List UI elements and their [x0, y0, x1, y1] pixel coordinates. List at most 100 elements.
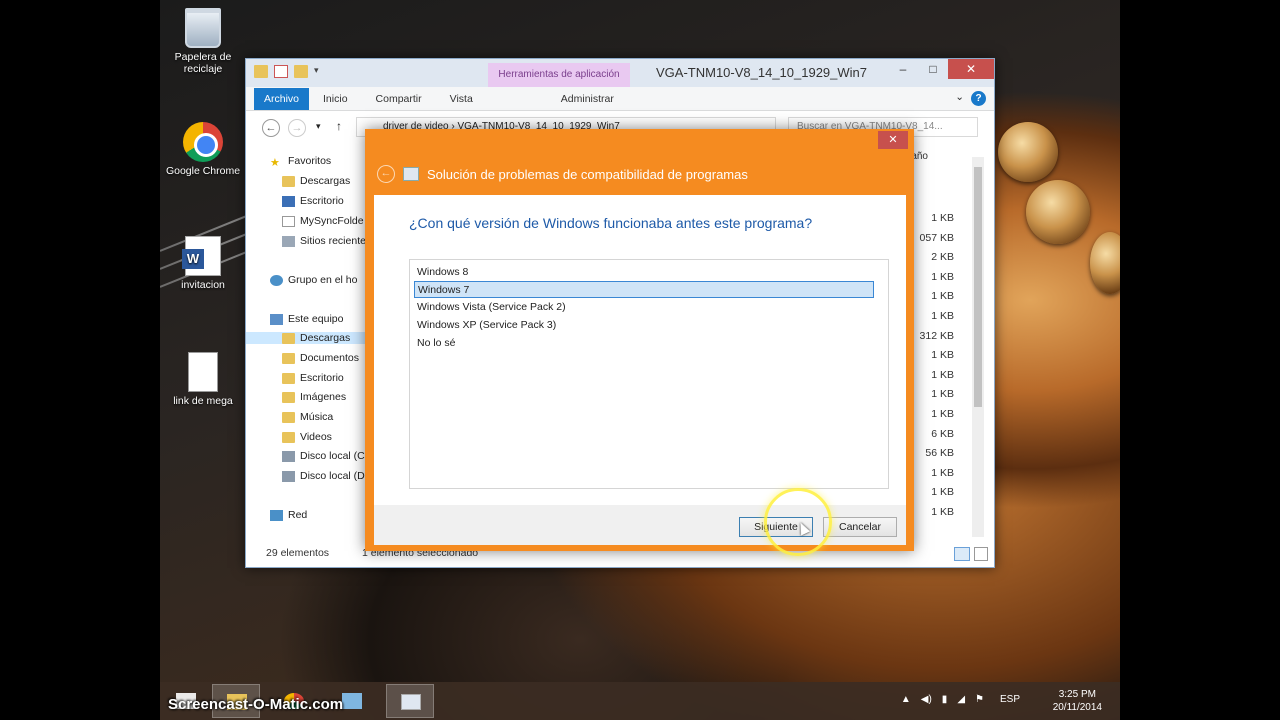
cancel-button[interactable]: Cancelar	[823, 517, 897, 537]
file-icon	[188, 352, 218, 392]
option-no-lo-se[interactable]: No lo sé	[414, 335, 874, 352]
tab-inicio[interactable]: Inicio	[309, 93, 362, 105]
option-windows-8[interactable]: Windows 8	[414, 264, 874, 281]
drive-icon	[282, 470, 295, 482]
ribbon-expand-icon[interactable]: ⌄	[955, 91, 964, 103]
tab-compartir[interactable]: Compartir	[362, 93, 436, 105]
guitar-knob	[1090, 232, 1120, 294]
folder-icon	[282, 391, 295, 403]
app-icon	[342, 693, 362, 709]
nav-pc-documentos[interactable]: Documentos	[282, 352, 359, 364]
homegroup-icon	[270, 274, 283, 286]
word-document-icon	[182, 236, 221, 276]
nav-fav-escritorio[interactable]: Escritorio	[282, 195, 344, 207]
question-heading: ¿Con qué versión de Windows funcionaba a…	[409, 215, 813, 231]
tab-administrar[interactable]: Administrar	[547, 93, 628, 105]
quick-access-toolbar: ▾	[254, 65, 324, 78]
ribbon-tabs: Archivo Inicio Compartir Vista Administr…	[246, 87, 994, 111]
guitar-knob	[1026, 180, 1090, 244]
navigation-pane: ★ Favoritos Descargas Escritorio MySyncFo…	[246, 141, 368, 541]
recorder-watermark: Screencast-O-Matic.com	[168, 696, 344, 713]
desktop-icon-recycle-bin[interactable]: Papelera de reciclaje	[160, 8, 246, 75]
show-hidden-icons-icon[interactable]: ▲	[901, 694, 911, 705]
action-center-icon[interactable]: ⚑	[975, 694, 984, 705]
desktop-icon-chrome[interactable]: Google Chrome	[160, 122, 246, 177]
forward-button[interactable]: →	[288, 119, 306, 137]
battery-icon[interactable]: ▮	[942, 694, 948, 705]
clock-date: 20/11/2014	[1052, 702, 1102, 713]
compatibility-troubleshooter-dialog: ✕ ← Solución de problemas de compatibili…	[365, 129, 914, 551]
maximize-button[interactable]: □	[918, 59, 948, 79]
properties-icon[interactable]	[274, 65, 288, 78]
tab-archivo[interactable]: Archivo	[254, 87, 310, 110]
troubleshooter-icon	[401, 694, 421, 710]
option-windows-xp[interactable]: Windows XP (Service Pack 3)	[414, 317, 874, 334]
language-indicator[interactable]: ESP	[1000, 694, 1020, 705]
back-button[interactable]: ←	[262, 119, 280, 137]
vertical-scrollbar[interactable]	[972, 157, 984, 537]
new-folder-icon[interactable]	[294, 65, 308, 78]
nav-este-equipo[interactable]: Este equipo	[270, 313, 343, 325]
clock-time: 3:25 PM	[1058, 689, 1096, 700]
nav-pc-escritorio[interactable]: Escritorio	[282, 372, 344, 384]
nav-grupo-hogar[interactable]: Grupo en el ho	[270, 274, 357, 286]
large-icons-view-icon[interactable]	[974, 547, 988, 561]
windows-version-listbox: Windows 8 Windows 7 Windows Vista (Servi…	[409, 259, 889, 489]
dialog-title: Solución de problemas de compatibilidad …	[427, 166, 748, 182]
troubleshooter-icon	[403, 167, 419, 181]
drive-icon	[282, 450, 295, 462]
nav-pc-videos[interactable]: Videos	[282, 431, 332, 443]
up-arrow-icon[interactable]: ↑	[336, 119, 342, 133]
contextual-tab-application-tools: Herramientas de aplicación	[488, 63, 630, 87]
dialog-close-button[interactable]: ✕	[878, 131, 908, 149]
nav-pc-descargas[interactable]: Descargas	[246, 332, 366, 344]
recent-places-icon	[282, 235, 295, 247]
recent-locations-icon[interactable]: ▾	[316, 121, 321, 132]
dialog-body: ¿Con qué versión de Windows funcionaba a…	[374, 195, 906, 505]
minimize-button[interactable]: –	[888, 59, 918, 79]
guitar-knob	[998, 122, 1058, 182]
nav-fav-sitios-recientes[interactable]: Sitios reciente	[282, 235, 366, 247]
chevron-down-icon[interactable]: ▾	[314, 65, 324, 78]
dialog-header: ← Solución de problemas de compatibilida…	[377, 165, 748, 183]
folder-icon	[282, 352, 295, 364]
cursor-highlight	[764, 488, 832, 556]
nav-pc-disco-d[interactable]: Disco local (D	[282, 470, 365, 482]
nav-pc-imagenes[interactable]: Imágenes	[282, 391, 346, 403]
recycle-bin-icon	[185, 8, 221, 48]
folder-icon	[282, 175, 295, 187]
nav-red[interactable]: Red	[270, 509, 307, 521]
system-tray: ▲ ◀) ▮ ◢ ⚑ ESP	[901, 694, 1020, 705]
title-bar[interactable]: ▾ Herramientas de aplicación VGA-TNM10-V…	[246, 59, 994, 87]
window-title: VGA-TNM10-V8_14_10_1929_Win7	[656, 65, 868, 80]
file-icon	[282, 215, 295, 227]
option-windows-7[interactable]: Windows 7	[414, 281, 874, 298]
network-icon[interactable]: ◢	[957, 694, 965, 705]
folder-icon	[282, 372, 295, 384]
computer-icon	[270, 313, 283, 325]
desktop-icon	[282, 195, 295, 207]
option-windows-vista[interactable]: Windows Vista (Service Pack 2)	[414, 299, 874, 316]
details-view-icon[interactable]	[954, 547, 970, 561]
close-button[interactable]: ✕	[948, 59, 994, 79]
back-arrow-icon[interactable]: ←	[377, 165, 395, 183]
nav-favoritos[interactable]: ★ Favoritos	[270, 155, 331, 169]
clock[interactable]: 3:25 PM 20/11/2014	[1053, 688, 1102, 714]
folder-icon	[282, 411, 295, 423]
nav-fav-mysyncfolder[interactable]: MySyncFolde	[282, 215, 364, 227]
volume-icon[interactable]: ◀)	[921, 694, 932, 705]
desktop-icon-invitacion[interactable]: invitacion	[160, 236, 246, 291]
tab-vista[interactable]: Vista	[436, 93, 487, 105]
nav-fav-descargas[interactable]: Descargas	[282, 175, 350, 187]
network-icon	[270, 509, 283, 521]
nav-pc-musica[interactable]: Música	[282, 411, 333, 423]
nav-pc-disco-c[interactable]: Disco local (C	[282, 450, 365, 462]
folder-icon	[282, 332, 295, 344]
help-icon[interactable]: ?	[971, 91, 986, 106]
folder-icon[interactable]	[254, 65, 268, 78]
taskbar-troubleshooter[interactable]	[386, 684, 434, 718]
folder-icon	[282, 431, 295, 443]
item-count: 29 elementos	[266, 547, 330, 559]
star-icon: ★	[270, 156, 280, 169]
desktop-icon-link-de-mega[interactable]: link de mega	[160, 352, 246, 407]
